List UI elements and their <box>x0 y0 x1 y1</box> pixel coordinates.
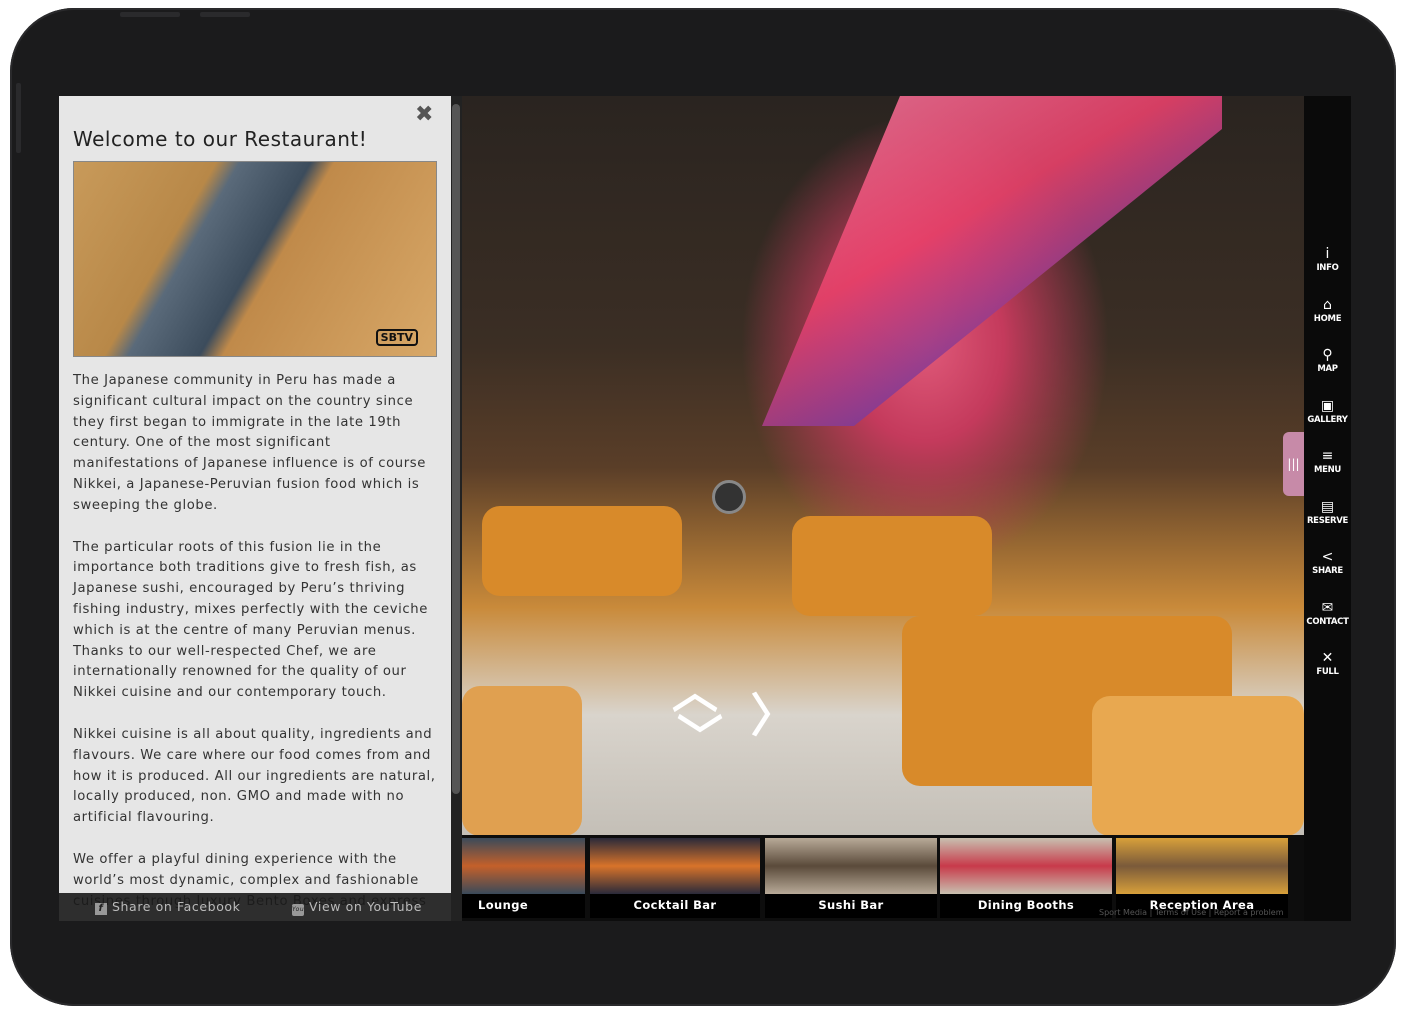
hotspot-circle[interactable] <box>712 480 746 514</box>
sidebar-item-map[interactable]: ⚲ MAP <box>1304 347 1351 374</box>
scrollbar-thumb[interactable] <box>452 104 460 794</box>
channel-logo: SBTV <box>375 329 418 346</box>
sidebar-item-reserve[interactable]: ▤ RESERVE <box>1304 499 1351 526</box>
scene-thumbnail-label: Lounge <box>478 898 529 912</box>
booth <box>792 516 992 616</box>
share-facebook-link[interactable]: f Share on Facebook <box>95 899 241 915</box>
sidebar-item-home[interactable]: ⌂ HOME <box>1304 297 1351 324</box>
book-icon: ▤ <box>1320 498 1335 515</box>
device-button <box>200 12 250 17</box>
scene-thumbnail[interactable]: Cocktail Bar <box>590 838 760 918</box>
scene-thumbnail-image <box>462 838 585 894</box>
map-pin-icon: ⚲ <box>1322 347 1333 363</box>
scene-thumbnail[interactable]: Dining Booths <box>940 838 1112 918</box>
scene-thumbnail-image <box>940 838 1112 894</box>
sidebar-item-menu[interactable]: ≡ MENU <box>1304 448 1351 475</box>
paragraph: Nikkei cuisine is all about quality, ing… <box>73 726 436 826</box>
youtube-icon: You <box>292 904 304 916</box>
booth <box>482 506 682 596</box>
sidebar-item-label: RESERVE <box>1306 515 1349 526</box>
fullscreen-icon: ✕ <box>1321 650 1334 666</box>
sidebar-item-label: MENU <box>1313 465 1342 475</box>
device-button <box>16 83 21 153</box>
sidebar-item-gallery[interactable]: ▣ GALLERY <box>1304 398 1351 425</box>
sidebar-item-contact[interactable]: ✉ CONTACT <box>1304 600 1351 627</box>
view-youtube-link[interactable]: You View on YouTube <box>292 899 422 916</box>
gallery-icon: ▣ <box>1320 397 1335 414</box>
sidebar-item-label: SHARE <box>1312 566 1343 576</box>
scene-thumbnail-label: Cocktail Bar <box>633 898 717 912</box>
mural-wall <box>762 96 1222 426</box>
social-bar: f Share on Facebook You View on YouTube <box>59 893 451 921</box>
paragraph: The Japanese community in Peru has made … <box>73 373 426 513</box>
scene-thumbnail-image <box>1116 838 1288 894</box>
sidebar-item-full[interactable]: ✕ FULL <box>1304 650 1351 677</box>
panel-title: Welcome to our Restaurant! <box>73 127 368 151</box>
sidebar-item-share[interactable]: < SHARE <box>1304 549 1351 576</box>
envelope-icon: ✉ <box>1321 599 1334 616</box>
paragraph: The particular roots of this fusion lie … <box>73 539 428 701</box>
panel-toggle-handle[interactable]: ||| <box>1283 432 1304 496</box>
nav-arrow-right-icon[interactable]: ︿ <box>742 691 808 737</box>
sidebar-item-label: CONTACT <box>1306 616 1349 627</box>
sidebar-item-label: GALLERY <box>1307 414 1348 425</box>
footer-links[interactable]: Sport Media | Terms of Use | Report a pr… <box>1099 908 1284 917</box>
table <box>1092 696 1304 836</box>
share-icon: < <box>1321 549 1334 565</box>
menu-icon: ≡ <box>1321 448 1334 464</box>
virtual-tour-screen: ︿ ︿ ﹀ ✖ Welcome to our Restaurant! SBTV … <box>59 96 1351 921</box>
info-panel: ✖ Welcome to our Restaurant! SBTV The Ja… <box>59 96 451 921</box>
sushi-image: SBTV <box>73 161 437 357</box>
sidebar-item-label: FULL <box>1316 667 1339 677</box>
sidebar-item-label: MAP <box>1317 364 1338 374</box>
scene-thumbnail-label: Dining Booths <box>977 898 1075 912</box>
info-icon: i <box>1325 246 1330 262</box>
panorama-view[interactable]: ︿ ︿ ﹀ <box>462 96 1304 921</box>
sidebar-item-info[interactable]: i INFO <box>1304 246 1351 273</box>
facebook-icon: f <box>95 903 107 915</box>
scene-thumbnail[interactable]: Sushi Bar <box>765 838 937 918</box>
panel-text: The Japanese community in Peru has made … <box>73 371 441 921</box>
close-icon[interactable]: ✖ <box>415 102 433 127</box>
scene-thumbnail-image <box>590 838 760 894</box>
scene-thumbnail-image <box>765 838 937 894</box>
scene-thumbnail-label: Sushi Bar <box>818 898 884 912</box>
sidebar-menu: i INFO ⌂ HOME ⚲ MAP ▣ GALLERY ≡ MENU ▤ RESERVE < SHAR… <box>1304 96 1351 921</box>
scene-thumbnail[interactable]: Reception Area <box>1116 838 1288 918</box>
scene-thumbnail[interactable]: Lounge <box>462 838 585 918</box>
device-button <box>120 12 180 17</box>
table <box>462 686 582 836</box>
nav-arrow-back-icon[interactable]: ﹀ <box>677 701 723 767</box>
sidebar-item-label: INFO <box>1316 263 1339 273</box>
home-icon: ⌂ <box>1323 296 1332 313</box>
sidebar-item-label: HOME <box>1313 313 1342 324</box>
